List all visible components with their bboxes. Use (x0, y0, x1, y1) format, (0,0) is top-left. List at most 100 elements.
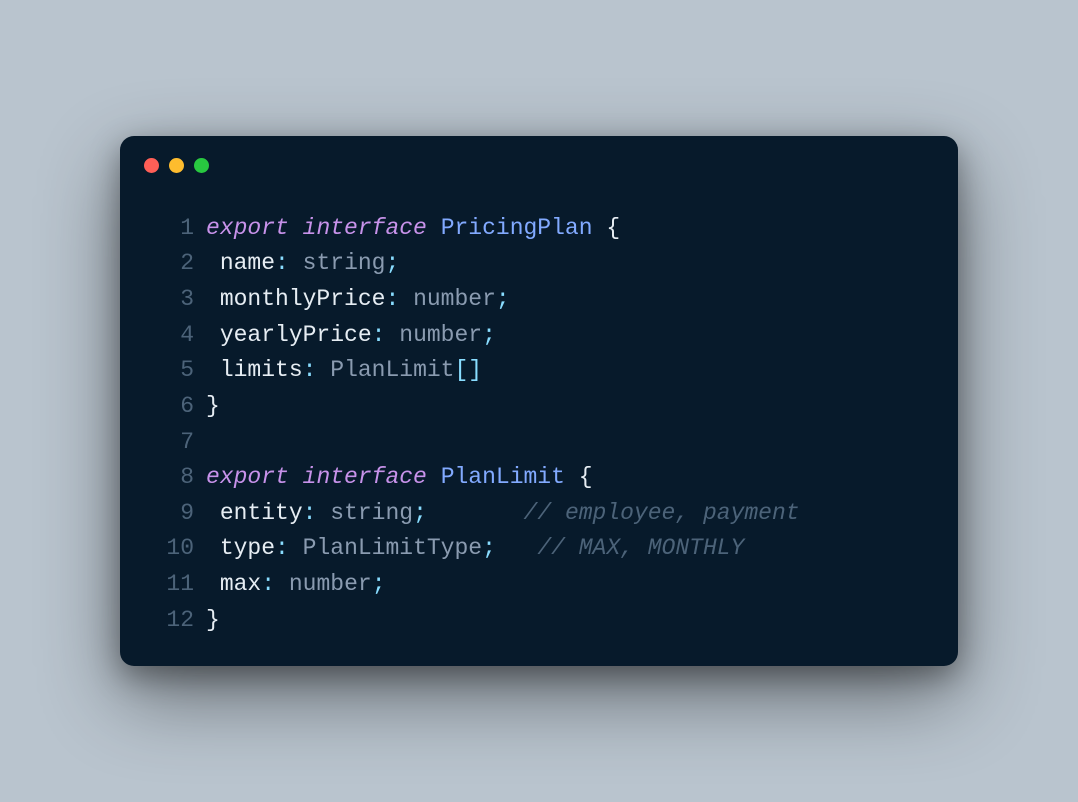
code-token: ; (372, 571, 386, 597)
code-line: 11 max: number; (154, 567, 924, 603)
code-window: 1export interface PricingPlan {2 name: s… (120, 136, 958, 667)
code-token: } (206, 607, 220, 633)
line-content: } (206, 389, 924, 425)
code-token (427, 215, 441, 241)
code-token (399, 286, 413, 312)
line-number: 3 (154, 282, 194, 318)
line-content: entity: string; // employee, payment (206, 496, 924, 532)
code-line: 7 (154, 425, 924, 461)
code-token: PricingPlan (441, 215, 593, 241)
code-token: string (330, 500, 413, 526)
line-content (206, 425, 924, 461)
line-number: 7 (154, 425, 194, 461)
code-token: max (220, 571, 261, 597)
code-token (206, 535, 220, 561)
code-token: name (220, 250, 275, 276)
code-token (496, 535, 537, 561)
code-token: ; (482, 322, 496, 348)
code-token: type (220, 535, 275, 561)
code-token (206, 500, 220, 526)
code-token: // employee, payment (524, 500, 800, 526)
code-token: // MAX, MONTHLY (537, 535, 744, 561)
line-content: type: PlanLimitType; // MAX, MONTHLY (206, 531, 924, 567)
code-token (206, 250, 220, 276)
code-token: : (303, 357, 317, 383)
code-token (427, 500, 524, 526)
line-content: export interface PlanLimit { (206, 460, 924, 496)
code-token: { (606, 215, 620, 241)
line-number: 12 (154, 603, 194, 639)
code-token: entity (220, 500, 303, 526)
code-token (275, 571, 289, 597)
code-token (289, 535, 303, 561)
line-content: yearlyPrice: number; (206, 318, 924, 354)
code-token (593, 215, 607, 241)
line-number: 1 (154, 211, 194, 247)
code-token: } (206, 393, 220, 419)
code-token: monthlyPrice (220, 286, 386, 312)
line-number: 10 (154, 531, 194, 567)
code-token: : (275, 250, 289, 276)
code-token: string (303, 250, 386, 276)
line-content: limits: PlanLimit[] (206, 353, 924, 389)
code-token: export (206, 464, 289, 490)
code-line: 4 yearlyPrice: number; (154, 318, 924, 354)
line-number: 9 (154, 496, 194, 532)
code-line: 1 export interface PricingPlan { (154, 211, 924, 247)
code-token (316, 500, 330, 526)
line-content: export interface PricingPlan { (206, 211, 924, 247)
code-token: yearlyPrice (220, 322, 372, 348)
code-token (427, 464, 441, 490)
code-token: PlanLimitType (303, 535, 482, 561)
line-content: monthlyPrice: number; (206, 282, 924, 318)
code-token (289, 250, 303, 276)
code-token (206, 571, 220, 597)
code-token: : (303, 500, 317, 526)
line-content: } (206, 603, 924, 639)
code-line: 12} (154, 603, 924, 639)
line-number: 4 (154, 318, 194, 354)
window-minimize-icon[interactable] (169, 158, 184, 173)
code-token: PlanLimit (441, 464, 565, 490)
window-titlebar (120, 136, 958, 183)
code-token: interface (303, 215, 427, 241)
code-token (289, 215, 303, 241)
code-token: ; (385, 250, 399, 276)
code-token (316, 357, 330, 383)
code-token: : (275, 535, 289, 561)
line-number: 11 (154, 567, 194, 603)
code-token: ; (496, 286, 510, 312)
code-line: 9 entity: string; // employee, payment (154, 496, 924, 532)
code-token: : (261, 571, 275, 597)
code-token: : (372, 322, 386, 348)
code-token: interface (303, 464, 427, 490)
code-token (565, 464, 579, 490)
code-line: 8 export interface PlanLimit { (154, 460, 924, 496)
code-line: 5 limits: PlanLimit[] (154, 353, 924, 389)
line-content: name: string; (206, 246, 924, 282)
code-token: limits (220, 357, 303, 383)
line-number: 5 (154, 353, 194, 389)
code-line: 2 name: string; (154, 246, 924, 282)
code-line: 6} (154, 389, 924, 425)
code-editor[interactable]: 1export interface PricingPlan {2 name: s… (120, 183, 958, 639)
code-token: { (579, 464, 593, 490)
line-number: 6 (154, 389, 194, 425)
code-token: export (206, 215, 289, 241)
code-token (206, 322, 220, 348)
code-token: PlanLimit (330, 357, 454, 383)
code-token: number (399, 322, 482, 348)
line-number: 8 (154, 460, 194, 496)
code-token: number (289, 571, 372, 597)
code-token: ; (413, 500, 427, 526)
code-token: ; (482, 535, 496, 561)
window-close-icon[interactable] (144, 158, 159, 173)
line-number: 2 (154, 246, 194, 282)
line-content: max: number; (206, 567, 924, 603)
code-line: 3 monthlyPrice: number; (154, 282, 924, 318)
code-line: 10 type: PlanLimitType; // MAX, MONTHLY (154, 531, 924, 567)
window-zoom-icon[interactable] (194, 158, 209, 173)
code-token (289, 464, 303, 490)
code-token (206, 357, 220, 383)
code-token: : (385, 286, 399, 312)
